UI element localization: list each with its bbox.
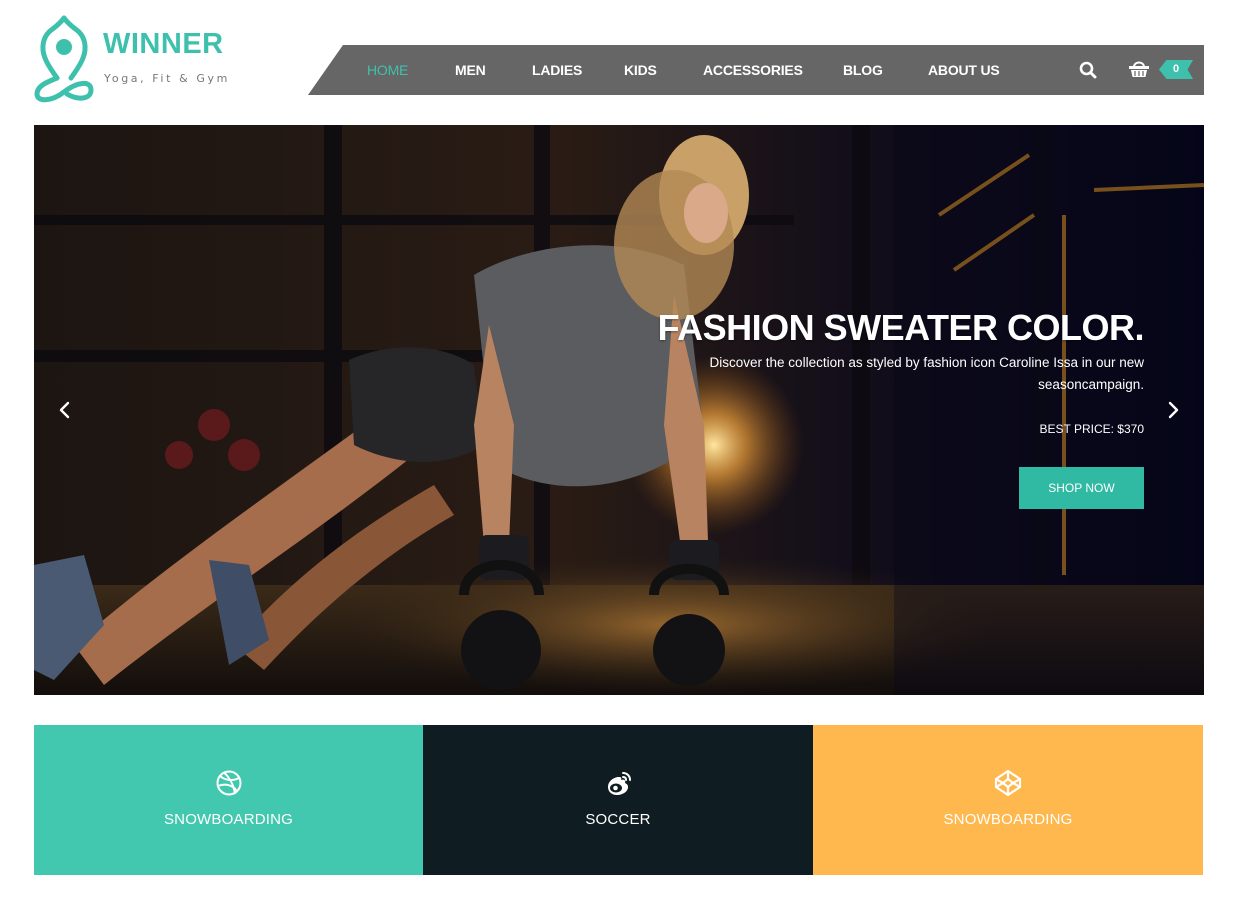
- cart-count-badge: 0: [1159, 60, 1193, 79]
- nav-item-ladies[interactable]: LADIES: [532, 45, 582, 95]
- search-icon[interactable]: [1078, 60, 1098, 80]
- hero-slider: FASHION SWEATER COLOR. Discover the coll…: [34, 125, 1204, 695]
- hero-price: BEST PRICE: $370: [1039, 422, 1145, 436]
- hero-description: Discover the collection as styled by fas…: [709, 355, 1144, 392]
- category-tile-soccer[interactable]: SOCCER: [423, 725, 813, 875]
- nav-item-accessories[interactable]: ACCESSORIES: [703, 45, 803, 95]
- category-tile-snowboarding[interactable]: SNOWBOARDING: [34, 725, 423, 875]
- main-nav: HOME MEN LADIES KIDS ACCESSORIES BLOG AB…: [308, 45, 1204, 95]
- nav-item-blog[interactable]: BLOG: [843, 45, 883, 95]
- dribbble-icon: [216, 770, 241, 796]
- category-label: SNOWBOARDING: [163, 811, 294, 828]
- nav-item-home[interactable]: HOME: [367, 45, 408, 95]
- hero-image: [34, 125, 1204, 695]
- brand-name: WINNER: [103, 28, 224, 60]
- nav-item-about-us[interactable]: ABOUT US: [928, 45, 1000, 95]
- hero-title: FASHION SWEATER COLOR.: [657, 307, 1145, 348]
- basket-icon[interactable]: [1128, 59, 1150, 79]
- brand-tagline: Yoga, Fit & Gym: [104, 72, 230, 85]
- nav-item-kids[interactable]: KIDS: [624, 45, 657, 95]
- category-label: SOCCER: [585, 811, 651, 828]
- yoga-lotus-icon: [34, 15, 94, 103]
- nav-item-men[interactable]: MEN: [455, 45, 486, 95]
- codepen-icon: [994, 769, 1022, 797]
- chevron-left-icon[interactable]: [55, 398, 75, 422]
- weibo-icon: [608, 772, 631, 795]
- chevron-right-icon[interactable]: [1163, 398, 1183, 422]
- category-tile-snowboarding-2[interactable]: SNOWBOARDING: [813, 725, 1203, 875]
- logo-link[interactable]: WINNER Yoga, Fit & Gym: [33, 14, 253, 106]
- category-label: SNOWBOARDING: [943, 811, 1073, 828]
- shop-now-button[interactable]: SHOP NOW: [1019, 467, 1144, 509]
- category-tiles: SNOWBOARDING SOCCER SNOWBOARDING: [34, 725, 1203, 875]
